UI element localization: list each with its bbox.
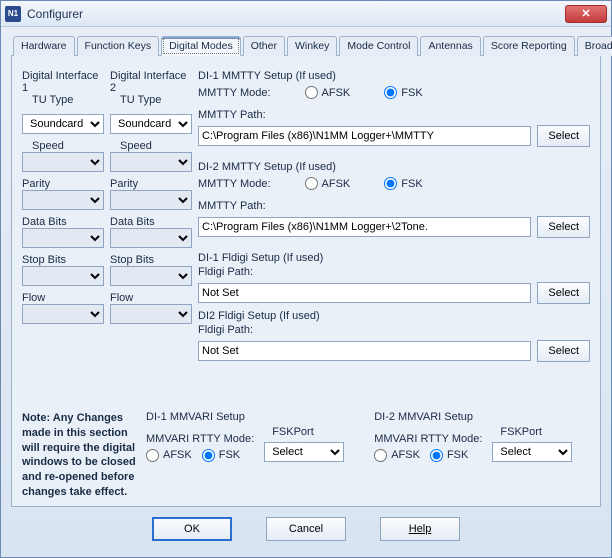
di1-parity-label: Parity xyxy=(22,178,104,190)
dialog-footer: OK Cancel Help xyxy=(11,507,601,551)
tab-mode-control[interactable]: Mode Control xyxy=(339,36,418,56)
di2-flow-select[interactable] xyxy=(110,304,192,324)
di1-stopbits-select[interactable] xyxy=(22,266,104,286)
mmvari2-afsk-radio[interactable] xyxy=(374,449,387,462)
cancel-button[interactable]: Cancel xyxy=(266,517,346,541)
di1-tu-type-label: TU Type xyxy=(32,94,104,106)
mmtty1-mode-label: MMTTY Mode: xyxy=(198,87,271,99)
di2-parity-label: Parity xyxy=(110,178,192,190)
mmvari2-mode-label: MMVARI RTTY Mode: xyxy=(374,433,482,445)
di2-parity-select[interactable] xyxy=(110,190,192,210)
mmtty2-fsk-label: FSK xyxy=(401,178,422,190)
changes-note: Note: Any Changes made in this section w… xyxy=(22,411,138,500)
di2-databits-label: Data Bits xyxy=(110,216,192,228)
fldigi1-path-label: Fldigi Path: xyxy=(198,266,590,278)
tab-winkey[interactable]: Winkey xyxy=(287,36,337,56)
fldigi2-select-button[interactable]: Select xyxy=(537,340,590,362)
di2-header: Digital Interface 2 xyxy=(110,70,192,94)
di2-stopbits-select[interactable] xyxy=(110,266,192,286)
di2-column: Digital Interface 2 TU Type Soundcard Sp… xyxy=(110,70,192,409)
mmvari1-afsk-radio[interactable] xyxy=(146,449,159,462)
di2-tu-type-select[interactable]: Soundcard xyxy=(110,114,192,134)
di1-databits-select[interactable] xyxy=(22,228,104,248)
client-area: Hardware Function Keys Digital Modes Oth… xyxy=(1,27,611,557)
mmvari2-fskport-label: FSKPort xyxy=(500,426,572,438)
mmtty1-fsk-label: FSK xyxy=(401,87,422,99)
mmtty2-path-label: MMTTY Path: xyxy=(198,200,590,212)
mmtty1-afsk-label: AFSK xyxy=(322,87,351,99)
mmvari1-fsk-radio[interactable] xyxy=(202,449,215,462)
digital-modes-panel: Digital Interface 1 TU Type Soundcard Sp… xyxy=(11,56,601,507)
window-title: Configurer xyxy=(27,7,83,21)
close-icon: ✕ xyxy=(581,7,590,20)
mmvari2-title: DI-2 MMVARI Setup xyxy=(374,411,572,423)
di1-speed-label: Speed xyxy=(32,140,104,152)
di1-flow-select[interactable] xyxy=(22,304,104,324)
di1-speed-select[interactable] xyxy=(22,152,104,172)
mmvari2-fskport-select[interactable]: Select xyxy=(492,442,572,462)
fldigi1-title: DI-1 Fldigi Setup (If used) xyxy=(198,252,590,264)
tab-hardware[interactable]: Hardware xyxy=(13,36,75,56)
fldigi1-select-button[interactable]: Select xyxy=(537,282,590,304)
mmvari1-fskport-select[interactable]: Select xyxy=(264,442,344,462)
mmvari1-fsk-label: FSK xyxy=(219,449,240,461)
mmvari-area: DI-1 MMVARI Setup MMVARI RTTY Mode: AFSK… xyxy=(146,411,590,500)
tab-function-keys[interactable]: Function Keys xyxy=(77,36,160,56)
mmvari1-mode-label: MMVARI RTTY Mode: xyxy=(146,433,254,445)
mmtty2-select-button[interactable]: Select xyxy=(537,216,590,238)
di1-stopbits-label: Stop Bits xyxy=(22,254,104,266)
di2-stopbits-label: Stop Bits xyxy=(110,254,192,266)
di1-tu-type-select[interactable]: Soundcard xyxy=(22,114,104,134)
fldigi2-title: DI2 Fldigi Setup (If used) xyxy=(198,310,590,322)
di1-flow-label: Flow xyxy=(22,292,104,304)
mmvari1-block: DI-1 MMVARI Setup MMVARI RTTY Mode: AFSK… xyxy=(146,411,344,500)
mmtty2-mode-label: MMTTY Mode: xyxy=(198,178,271,190)
mmvari2-block: DI-2 MMVARI Setup MMVARI RTTY Mode: AFSK… xyxy=(374,411,572,500)
mmtty1-title: DI-1 MMTTY Setup (If used) xyxy=(198,70,590,82)
fldigi2-path-label: Fldigi Path: xyxy=(198,324,590,336)
mmtty1-path-input[interactable] xyxy=(198,126,531,146)
di2-speed-label: Speed xyxy=(120,140,192,152)
mmtty2-path-input[interactable] xyxy=(198,217,531,237)
fldigi2-path-input[interactable] xyxy=(198,341,531,361)
configurer-window: N1 Configurer ✕ Hardware Function Keys D… xyxy=(0,0,612,558)
tab-strip: Hardware Function Keys Digital Modes Oth… xyxy=(11,35,601,56)
mmvari2-fsk-label: FSK xyxy=(447,449,468,461)
mmvari2-fsk-radio[interactable] xyxy=(430,449,443,462)
fldigi1-path-input[interactable] xyxy=(198,283,531,303)
mmvari1-fskport-label: FSKPort xyxy=(272,426,344,438)
ok-button[interactable]: OK xyxy=(152,517,232,541)
tab-other[interactable]: Other xyxy=(243,36,285,56)
di1-header: Digital Interface 1 xyxy=(22,70,104,94)
help-button-label: Help xyxy=(409,523,432,535)
tab-broadcast-data[interactable]: Broadcast Data xyxy=(577,36,612,56)
mmtty1-select-button[interactable]: Select xyxy=(537,125,590,147)
di1-parity-select[interactable] xyxy=(22,190,104,210)
close-button[interactable]: ✕ xyxy=(565,5,607,23)
mmtty2-title: DI-2 MMTTY Setup (If used) xyxy=(198,161,590,173)
mmvari1-afsk-label: AFSK xyxy=(163,449,192,461)
mmtty2-fsk-radio[interactable] xyxy=(384,177,397,190)
tab-score-reporting[interactable]: Score Reporting xyxy=(483,36,575,56)
di1-column: Digital Interface 1 TU Type Soundcard Sp… xyxy=(22,70,104,409)
help-button[interactable]: Help xyxy=(380,517,460,541)
mmtty1-path-label: MMTTY Path: xyxy=(198,109,590,121)
di2-flow-label: Flow xyxy=(110,292,192,304)
titlebar: N1 Configurer ✕ xyxy=(1,1,611,27)
di2-speed-select[interactable] xyxy=(110,152,192,172)
setup-column: DI-1 MMTTY Setup (If used) MMTTY Mode: A… xyxy=(198,70,590,409)
mmtty1-afsk-radio[interactable] xyxy=(305,86,318,99)
mmtty1-fsk-radio[interactable] xyxy=(384,86,397,99)
di2-databits-select[interactable] xyxy=(110,228,192,248)
mmvari2-afsk-label: AFSK xyxy=(391,449,420,461)
mmtty2-afsk-label: AFSK xyxy=(322,178,351,190)
tab-antennas[interactable]: Antennas xyxy=(420,36,480,56)
tab-digital-modes[interactable]: Digital Modes xyxy=(161,36,241,56)
app-icon: N1 xyxy=(5,6,21,22)
di2-tu-type-label: TU Type xyxy=(120,94,192,106)
mmvari1-title: DI-1 MMVARI Setup xyxy=(146,411,344,423)
mmtty2-afsk-radio[interactable] xyxy=(305,177,318,190)
di1-databits-label: Data Bits xyxy=(22,216,104,228)
